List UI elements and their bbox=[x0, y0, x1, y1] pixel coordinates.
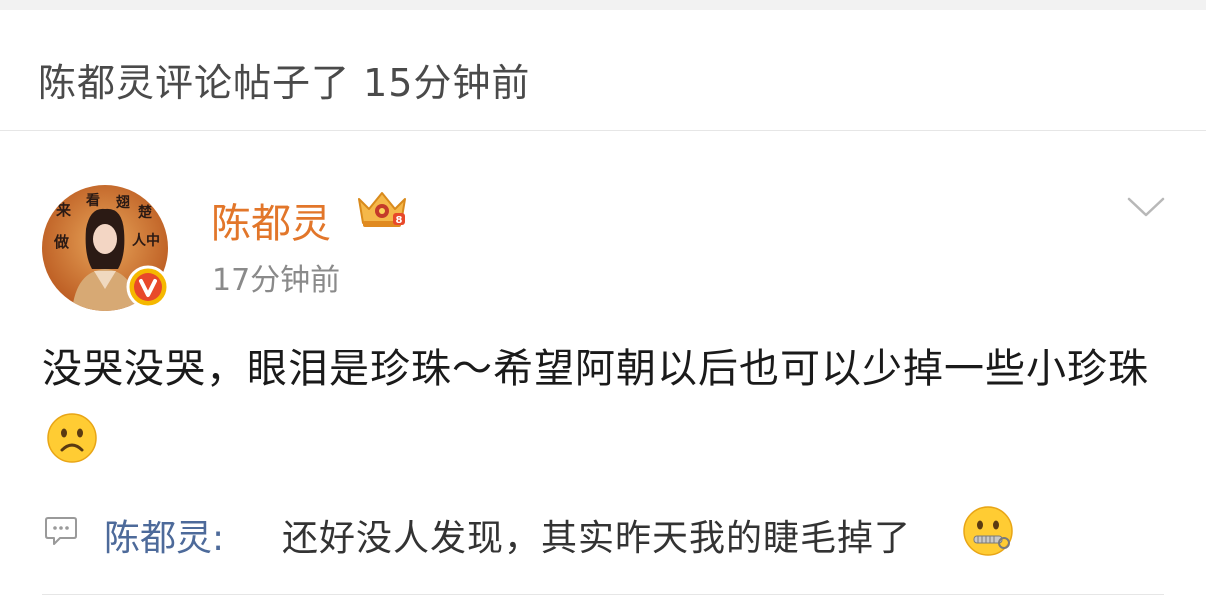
comment-icon bbox=[44, 515, 78, 547]
post-card: 来 看 翅 楚 做 人中 陈都灵 8 17分钟前 没哭没哭，眼泪是珍珠～希望阿朝… bbox=[0, 131, 1206, 605]
comment-author[interactable]: 陈都灵: bbox=[104, 509, 224, 561]
comment-row[interactable]: 陈都灵: 还好没人发现，其实昨天我的睫毛掉了 bbox=[42, 503, 1162, 563]
crown-membership-icon[interactable]: 8 bbox=[353, 187, 411, 233]
svg-text:来: 来 bbox=[55, 201, 72, 219]
activity-text: 陈都灵评论帖子了 15分钟前 bbox=[38, 61, 531, 105]
zipper-mouth-face-emoji-icon bbox=[962, 505, 1014, 557]
svg-text:做: 做 bbox=[53, 233, 70, 251]
comment-text: 还好没人发现，其实昨天我的睫毛掉了 bbox=[282, 518, 912, 559]
svg-text:8: 8 bbox=[396, 215, 403, 226]
frowning-face-emoji-icon bbox=[46, 412, 98, 464]
svg-text:人中: 人中 bbox=[132, 232, 160, 249]
svg-text:翅: 翅 bbox=[115, 194, 130, 211]
post-timestamp: 17分钟前 bbox=[212, 263, 341, 298]
svg-text:看: 看 bbox=[85, 192, 100, 209]
activity-header[interactable]: 陈都灵评论帖子了 15分钟前 bbox=[0, 10, 1206, 131]
post-author-name[interactable]: 陈都灵 bbox=[211, 191, 331, 249]
svg-text:楚: 楚 bbox=[137, 204, 153, 221]
post-content-text: 没哭没哭，眼泪是珍珠～希望阿朝以后也可以少掉一些小珍珠 bbox=[42, 346, 1149, 392]
verified-v-icon bbox=[126, 265, 170, 309]
top-strip bbox=[0, 0, 1206, 10]
bottom-divider bbox=[42, 594, 1164, 595]
post-content: 没哭没哭，眼泪是珍珠～希望阿朝以后也可以少掉一些小珍珠 bbox=[42, 333, 1162, 477]
chevron-down-icon[interactable] bbox=[1126, 195, 1166, 219]
